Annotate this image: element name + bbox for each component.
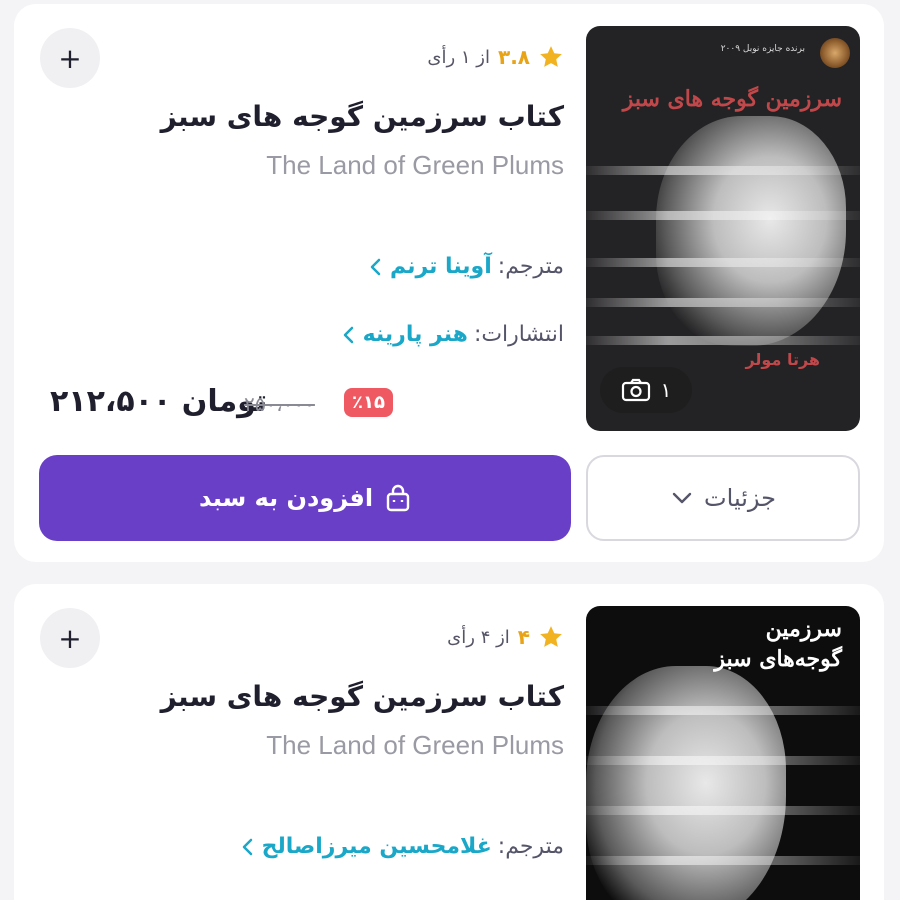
discount-badge: ٪۱۵ [344,388,393,417]
cover-author: هرتا مولر [745,350,820,369]
book-original-title: The Land of Green Plums [266,150,564,180]
publisher-row: انتشارات: هنر پارینه [341,322,564,347]
cover-face-image [656,116,846,346]
bag-icon [386,484,410,512]
add-to-cart-label: افزودن به سبد [198,484,374,512]
publisher-link[interactable]: هنر پارینه [341,322,468,347]
chevron-left-icon [343,326,353,343]
final-price: ۲۱۲،۵۰۰ تومان [50,384,268,419]
chevron-left-icon [242,838,252,855]
cover-publisher-logo [820,38,850,68]
book-title[interactable]: کتاب سرزمین گوجه های سبز [161,100,564,133]
rating: ۳.۸ از ۱ رأی [427,44,564,70]
cover-top-text: برنده جایزه نوبل ۲۰۰۹ [720,44,805,54]
chevron-down-icon [672,492,692,504]
add-to-cart-button[interactable]: افزودن به سبد [39,455,571,541]
cover-title: سرزمین گوجه های سبز [622,86,842,112]
publisher-name: هنر پارینه [362,322,468,347]
cover-title: سرزمین گوجه‌های سبز [714,616,842,672]
rating-count: از ۱ رأی [427,46,490,68]
details-button[interactable]: جزئیات [586,455,860,541]
rating: ۴ از ۴ رأی [447,624,564,650]
book-cover[interactable]: سرزمین گوجه‌های سبز [586,606,860,900]
photo-count-badge[interactable]: ۱ [600,367,692,413]
camera-icon [621,378,650,402]
details-label: جزئیات [704,484,776,512]
translator-label: مترجم: [497,834,564,859]
old-price: ۲۵۰،۰۰۰ [244,392,315,416]
book-card[interactable]: + ۴ از ۴ رأی کتاب سرزمین گوجه های سبز Th… [14,584,884,900]
book-cover[interactable]: برنده جایزه نوبل ۲۰۰۹ سرزمین گوجه های سب… [586,26,860,431]
translator-row: مترجم: آوینا ترنم [368,254,564,279]
chevron-left-icon [370,258,381,275]
translator-name: غلامحسین میرزاصالح [261,834,492,859]
add-to-list-button[interactable]: + [40,608,100,668]
translator-label: مترجم: [497,254,564,279]
plus-icon: + [58,41,82,75]
price-row: ۲۱۲،۵۰۰ تومان ۲۵۰،۰۰۰ ٪۱۵ [50,382,564,432]
star-icon [540,46,562,67]
add-to-list-button[interactable]: + [40,28,100,88]
plus-icon: + [58,621,82,655]
translator-row: مترجم: غلامحسین میرزاصالح [240,834,564,859]
book-title[interactable]: کتاب سرزمین گوجه های سبز [161,680,564,713]
translator-link[interactable]: غلامحسین میرزاصالح [240,834,492,859]
rating-score: ۳.۸ [497,45,530,69]
translator-name: آوینا ترنم [389,254,492,279]
book-card[interactable]: + ۳.۸ از ۱ رأی کتاب سرزمین گوجه های سبز … [14,4,884,562]
rating-score: ۴ [517,625,530,649]
photo-count: ۱ [660,378,672,402]
publisher-label: انتشارات: [473,322,564,347]
book-original-title: The Land of Green Plums [266,730,564,760]
star-icon [540,626,562,647]
translator-link[interactable]: آوینا ترنم [368,254,492,279]
rating-count: از ۴ رأی [447,626,510,648]
